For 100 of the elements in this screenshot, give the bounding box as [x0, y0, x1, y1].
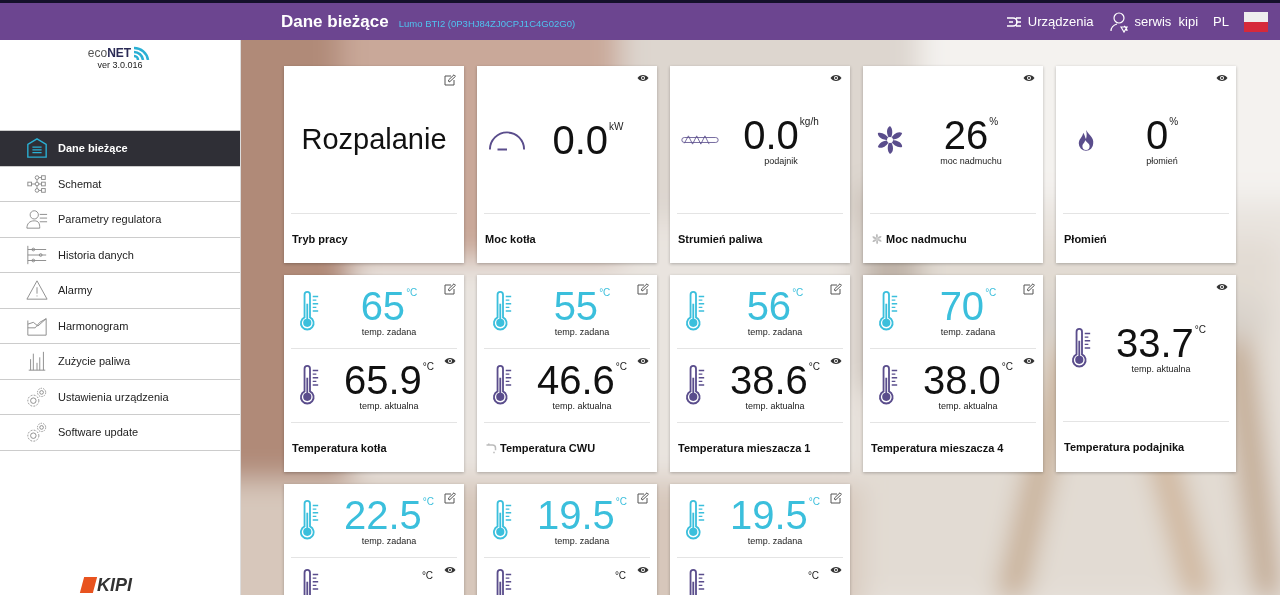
fan-icon — [871, 232, 883, 245]
eye-icon[interactable] — [444, 357, 456, 365]
devices-link[interactable]: Urządzenia — [1005, 14, 1094, 29]
home-icon — [26, 137, 48, 160]
value-reading: 0.0 — [552, 118, 609, 161]
unit-label: °C — [1194, 324, 1207, 336]
temperature-reading: 65 — [360, 285, 406, 327]
bar-chart-icon — [26, 350, 48, 373]
unit-label: kg/h — [799, 115, 819, 128]
sidebar-item[interactable]: Historia danych — [0, 237, 240, 273]
temperature-reading: 56 — [746, 285, 792, 327]
thermometer-icon — [878, 365, 900, 405]
eye-icon[interactable] — [444, 566, 456, 574]
edit-icon[interactable] — [637, 492, 649, 504]
logo-text: ecoNET — [87, 46, 132, 60]
eye-icon[interactable] — [830, 74, 842, 82]
status-value: Rozpalanie — [301, 123, 447, 156]
thermometer-icon — [492, 365, 514, 405]
eye-icon[interactable] — [1023, 74, 1035, 82]
card-title: Temperatura mieszacza 1 — [678, 441, 811, 454]
card-title: Temperatura mieszacza 4 — [871, 441, 1004, 454]
company-logo: KIPI — [82, 577, 132, 593]
sidebar-item[interactable]: Ustawienia urządzenia — [0, 379, 240, 415]
edit-icon[interactable] — [637, 283, 649, 295]
edit-icon[interactable] — [830, 283, 842, 295]
value-caption: temp. aktualna — [745, 401, 805, 411]
sidebar-item[interactable]: Harmonogram — [0, 308, 240, 344]
sidebar-item[interactable]: Zużycie paliwa — [0, 344, 240, 380]
eye-icon[interactable] — [1216, 74, 1228, 82]
temperature-reading: 65.9 — [343, 359, 422, 401]
card-title: Temperatura CWU — [500, 441, 596, 454]
language-selector[interactable]: PL — [1213, 14, 1229, 29]
value-caption: temp. aktualna — [359, 401, 419, 411]
eye-icon[interactable] — [637, 566, 649, 574]
eye-icon[interactable] — [1023, 357, 1035, 365]
unit-label: °C — [808, 496, 821, 508]
card-title: Temperatura kotła — [292, 441, 387, 454]
unit-label: °C — [422, 361, 435, 373]
flame-icon — [1077, 128, 1095, 151]
card-title: Moc nadmuchu — [886, 232, 967, 245]
card-title: Moc kotła — [485, 232, 536, 245]
value-caption: temp. aktualna — [938, 401, 998, 411]
edit-icon[interactable] — [444, 283, 456, 295]
user-menu[interactable]: serwis kipi — [1108, 10, 1199, 33]
thermometer-icon — [299, 365, 321, 405]
edit-icon[interactable] — [830, 492, 842, 504]
thermometer-icon — [492, 500, 514, 540]
eye-icon[interactable] — [830, 566, 842, 574]
unit-label: kW — [609, 120, 624, 133]
eye-icon[interactable] — [830, 357, 842, 365]
eye-icon[interactable] — [637, 74, 649, 82]
card-title: Strumień paliwa — [678, 232, 763, 245]
eye-icon[interactable] — [637, 357, 649, 365]
unit-label: °C — [406, 287, 418, 299]
value-caption: temp. zadana — [361, 536, 417, 546]
flag-icon[interactable] — [1244, 11, 1268, 32]
unit-label: °C — [599, 287, 611, 299]
unit-label: % — [989, 115, 999, 128]
sidebar-item[interactable]: Software update — [0, 415, 240, 451]
unit-label: °C — [807, 570, 820, 582]
value-reading: 26 — [943, 113, 989, 156]
value-reading: 0 — [1145, 113, 1169, 156]
unit-label: °C — [808, 361, 821, 373]
temperature-reading: 38.0 — [922, 359, 1001, 401]
gears-icon — [26, 421, 48, 444]
edit-icon[interactable] — [444, 74, 456, 86]
sidebar-item[interactable]: Alarmy — [0, 273, 240, 309]
edit-icon[interactable] — [444, 492, 456, 504]
unit-label: °C — [985, 287, 997, 299]
temperature-reading: 46.6 — [536, 359, 615, 401]
diagram-icon — [26, 172, 48, 195]
thermometer-icon — [685, 365, 707, 405]
warning-icon — [26, 279, 48, 302]
value-caption: temp. zadana — [554, 536, 610, 546]
temperature-reading: 70 — [939, 285, 985, 327]
temperature-reading: 33.7 — [1115, 322, 1194, 364]
edit-icon[interactable] — [1023, 283, 1035, 295]
temperature-reading: 38.6 — [729, 359, 808, 401]
tap-icon — [485, 441, 497, 454]
thermometer-icon — [1071, 328, 1093, 368]
eye-icon[interactable] — [1216, 283, 1228, 291]
value-caption: temp. aktualna — [552, 401, 612, 411]
gears-icon — [26, 385, 48, 408]
value-caption: temp. zadana — [361, 327, 417, 337]
value-caption: temp. zadana — [747, 536, 803, 546]
version-label: ver 3.0.016 — [97, 60, 143, 70]
card-title: Temperatura podajnika — [1064, 441, 1185, 453]
unit-label: % — [1169, 115, 1179, 128]
value-caption: moc nadmuchu — [940, 155, 1002, 166]
card-title: Płomień — [1064, 232, 1107, 245]
thermometer-icon — [492, 291, 514, 331]
temperature-reading: 22.5 — [343, 494, 422, 536]
device-name: Lumo BTI2 (0P3HJ84ZJ0CPJ1C4G02G0) — [398, 17, 576, 29]
thermometer-icon — [685, 291, 707, 331]
unit-label: °C — [614, 570, 627, 582]
sidebar-item[interactable]: Schemat — [0, 166, 240, 202]
sidebar-item[interactable]: Dane bieżące — [0, 131, 240, 167]
unit-label: °C — [422, 496, 435, 508]
sidebar-item[interactable]: Parametry regulatora — [0, 202, 240, 238]
value-caption: płomień — [1146, 155, 1178, 166]
